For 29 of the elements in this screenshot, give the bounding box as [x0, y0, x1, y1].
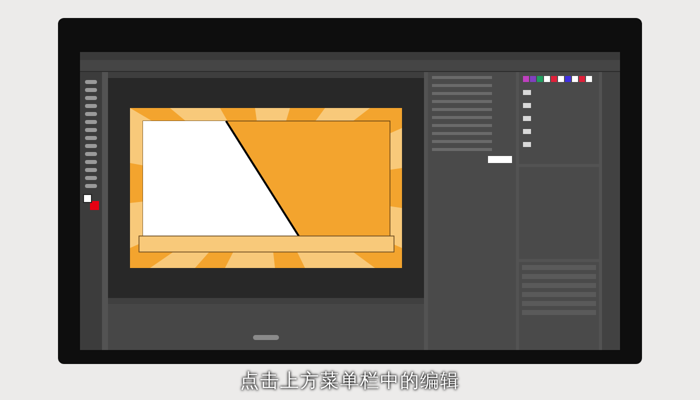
tool-icon[interactable] — [85, 136, 97, 140]
video-subtitle: 点击上方菜单栏中的编辑 — [240, 369, 460, 394]
color-swatch[interactable] — [551, 76, 557, 82]
tool-icon[interactable] — [85, 112, 97, 116]
color-field[interactable] — [488, 156, 512, 163]
tool-icon[interactable] — [85, 120, 97, 124]
tool-icon[interactable] — [85, 128, 97, 132]
color-swatch[interactable] — [586, 76, 592, 82]
color-swatch[interactable] — [523, 76, 529, 82]
tool-icon[interactable] — [85, 88, 97, 92]
tool-icon[interactable] — [85, 160, 97, 164]
color-swatch[interactable] — [565, 76, 571, 82]
color-swatch[interactable] — [558, 76, 564, 82]
tool-icon[interactable] — [85, 176, 97, 180]
tool-icon[interactable] — [85, 80, 97, 84]
tool-icon[interactable] — [85, 96, 97, 100]
tool-icon[interactable] — [85, 152, 97, 156]
color-swatch[interactable] — [572, 76, 578, 82]
foreground-color-swatch[interactable] — [83, 194, 92, 203]
tool-icon[interactable] — [85, 104, 97, 108]
color-swatch[interactable] — [579, 76, 585, 82]
color-swatch[interactable] — [544, 76, 550, 82]
background-color-swatch[interactable] — [90, 201, 99, 210]
color-swatch[interactable] — [530, 76, 536, 82]
color-swatch[interactable] — [537, 76, 543, 82]
create-timeline-button[interactable] — [253, 335, 279, 340]
tool-icon[interactable] — [85, 184, 97, 188]
tool-icon[interactable] — [85, 144, 97, 148]
tool-icon[interactable] — [85, 168, 97, 172]
